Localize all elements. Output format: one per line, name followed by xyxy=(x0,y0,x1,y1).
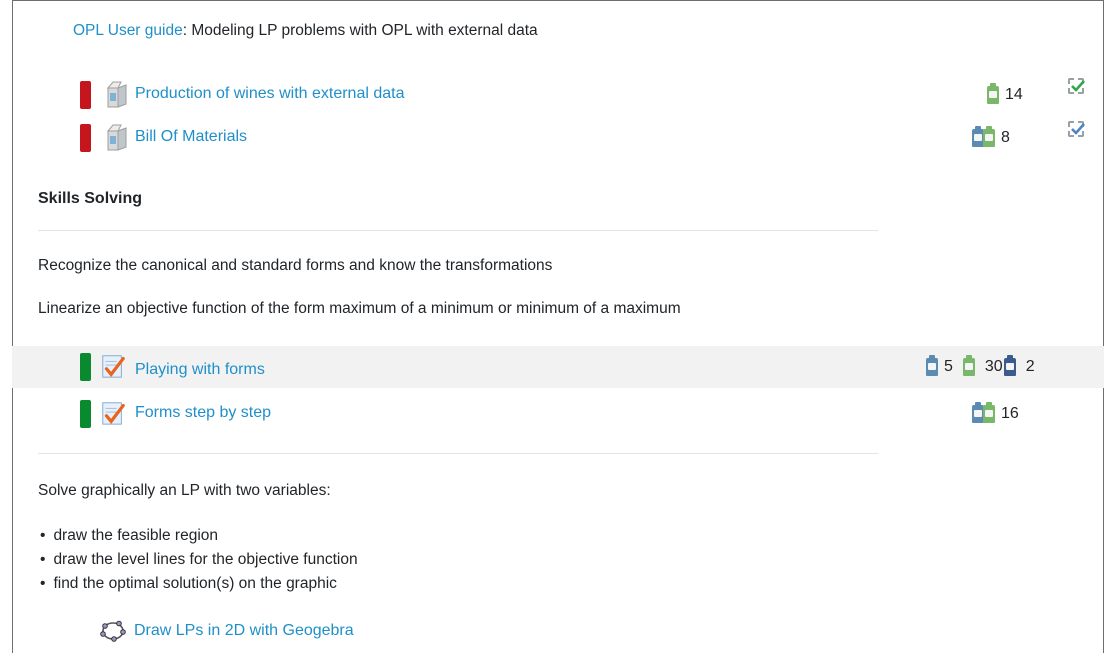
status-bar xyxy=(80,81,91,109)
status-bar xyxy=(80,353,91,381)
activity-link-forms-step[interactable]: Forms step by step xyxy=(135,404,271,422)
milk-carton-icon xyxy=(106,81,127,108)
skill-text: Recognize the canonical and standard for… xyxy=(38,257,553,274)
count-green: 30 xyxy=(984,358,1003,375)
robot-happy-icon xyxy=(962,355,975,376)
robot-happy-icon xyxy=(983,126,995,147)
activity-link-wines[interactable]: Production of wines with external data xyxy=(135,85,404,103)
status-bar xyxy=(80,400,91,428)
divider xyxy=(38,230,878,231)
activity-row-forms-step: Forms step by step 16 xyxy=(12,393,1104,435)
activity-link-bom[interactable]: Bill Of Materials xyxy=(135,128,247,146)
opl-user-guide-link[interactable]: OPL User guide xyxy=(73,22,183,39)
graphic-steps-list: draw the feasible region draw the level … xyxy=(38,524,358,596)
completion-badge: 14 xyxy=(987,82,1023,108)
quiz-icon xyxy=(102,402,125,425)
geogebra-row: Draw LPs in 2D with Geogebra xyxy=(100,619,354,643)
divider xyxy=(38,453,878,454)
completion-checkbox[interactable] xyxy=(1068,121,1085,137)
completion-badge: 5 30 2 xyxy=(926,354,1035,380)
completion-badge: 8 xyxy=(972,125,1010,151)
graphic-intro: Solve graphically an LP with two variabl… xyxy=(38,482,331,499)
completion-count: 8 xyxy=(1001,129,1010,146)
completion-checkbox[interactable] xyxy=(1068,78,1085,94)
section-heading: Skills Solving xyxy=(38,190,143,207)
robot-happy-icon xyxy=(987,83,999,104)
robot-happy-icon xyxy=(983,402,995,423)
opl-guide-line: OPL User guide: Modeling LP problems wit… xyxy=(73,22,538,40)
robot-blue-icon xyxy=(926,355,938,376)
list-item: find the optimal solution(s) on the grap… xyxy=(38,572,358,596)
status-bar xyxy=(80,124,91,152)
geogebra-link[interactable]: Draw LPs in 2D with Geogebra xyxy=(134,622,354,640)
checkmark-green-icon xyxy=(1071,80,1085,92)
checkmark-blue-icon xyxy=(1071,123,1085,135)
count-dark: 2 xyxy=(1025,358,1035,375)
activity-link-playing-forms[interactable]: Playing with forms xyxy=(135,361,265,379)
list-item: draw the feasible region xyxy=(38,524,358,548)
list-item: draw the level lines for the objective f… xyxy=(38,548,357,572)
robot-sad-icon xyxy=(1003,355,1016,376)
activity-row-wines: Production of wines with external data 1… xyxy=(12,74,1104,116)
completion-badge: 16 xyxy=(972,401,1019,427)
skill-text: Linearize an objective function of the f… xyxy=(38,300,681,317)
activity-row-playing-forms: Playing with forms 5 30 2 xyxy=(12,346,1104,388)
activity-row-bom: Bill Of Materials 8 xyxy=(12,117,1104,159)
completion-count: 14 xyxy=(1005,86,1023,103)
completion-count: 16 xyxy=(1001,405,1019,422)
geogebra-icon xyxy=(100,620,126,642)
quiz-icon xyxy=(102,355,125,378)
count-blue: 5 xyxy=(944,358,953,375)
milk-carton-icon xyxy=(106,124,127,151)
opl-guide-description: : Modeling LP problems with OPL with ext… xyxy=(182,22,538,39)
